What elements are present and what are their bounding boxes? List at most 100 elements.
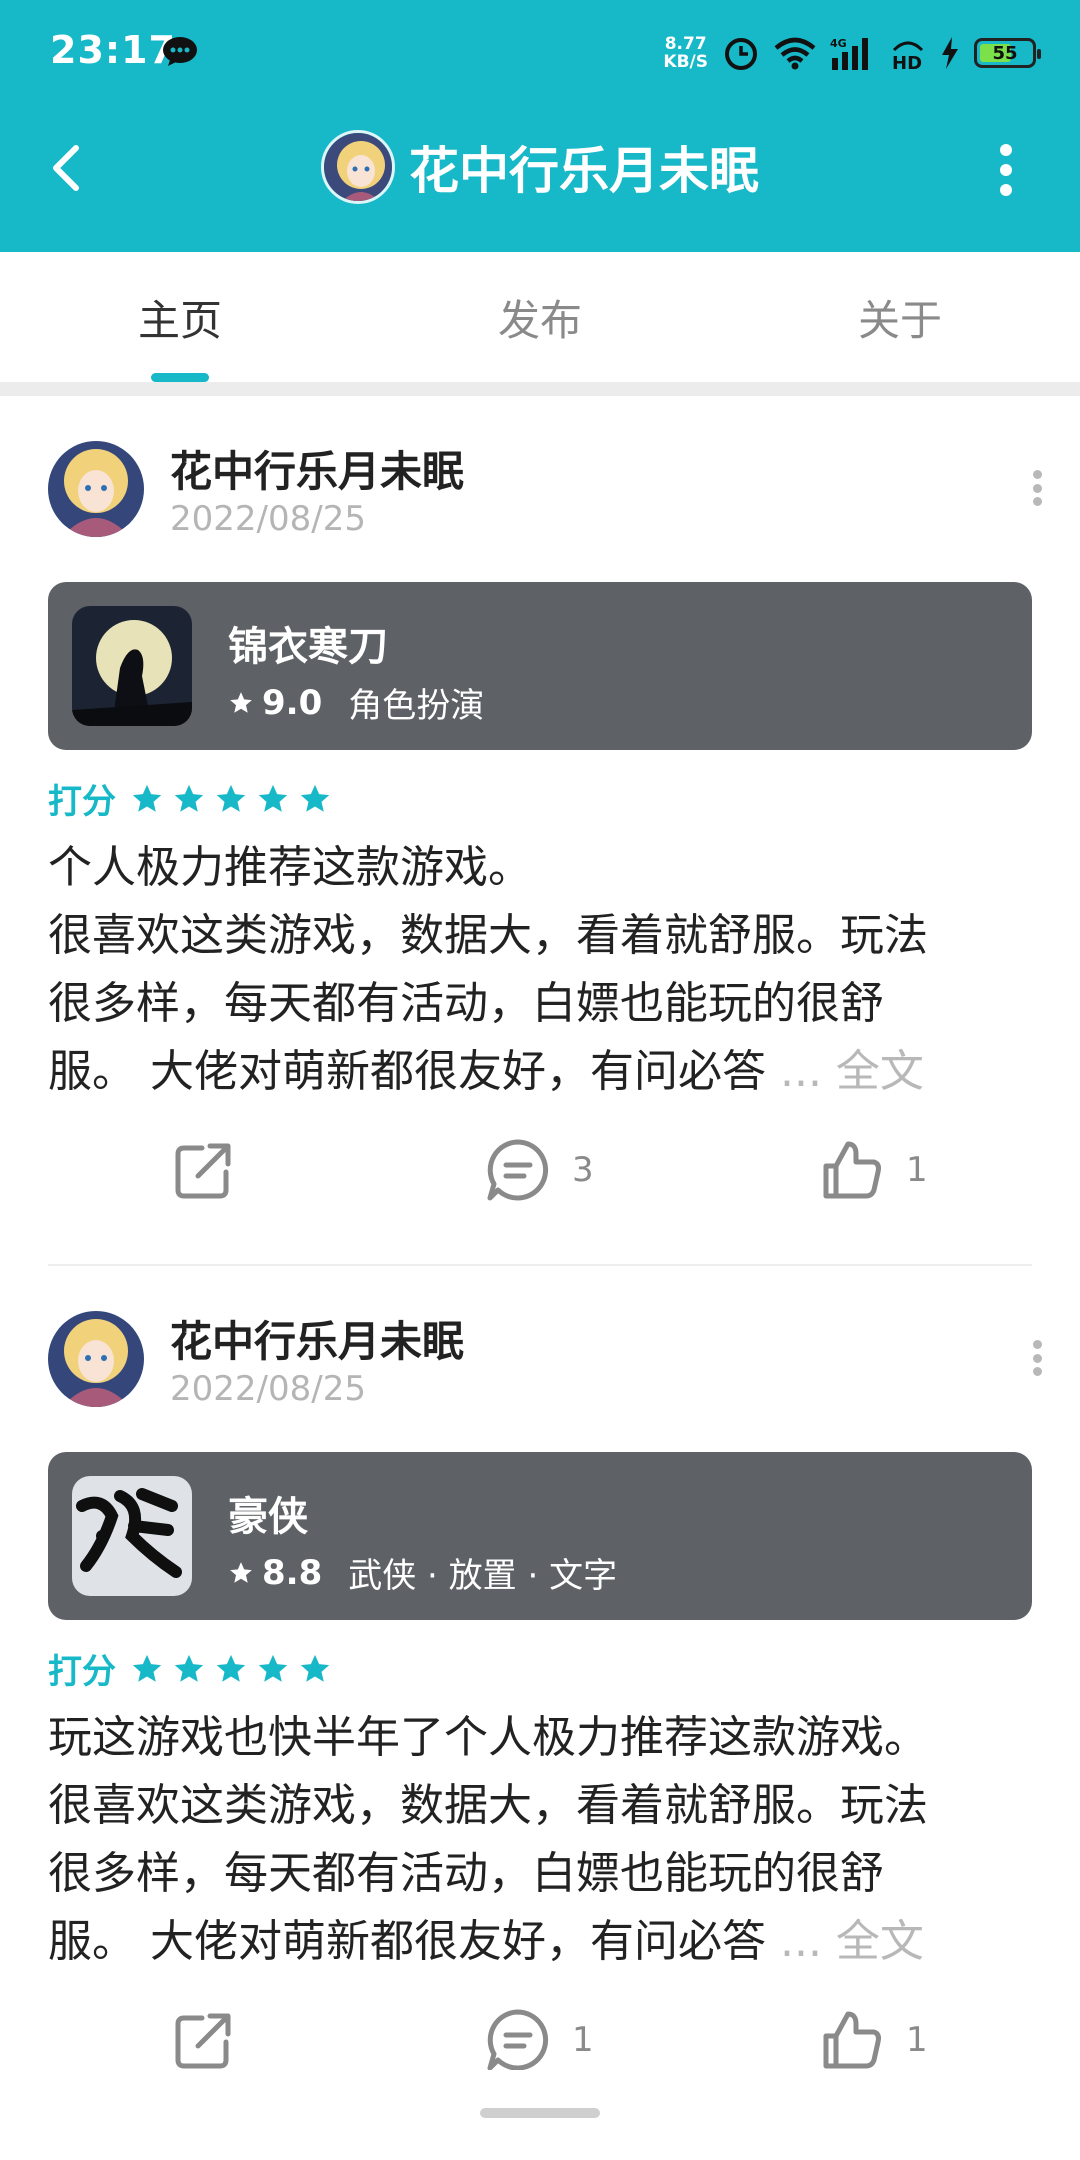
game-name: 豪侠 xyxy=(228,1494,308,1540)
post-actions: 1 1 xyxy=(0,2008,1080,2070)
review-text[interactable]: 玩这游戏也快半年了个人极力推荐这款游戏。 很喜欢这类游戏，数据大，看着就舒服。玩… xyxy=(48,1704,1038,1976)
star-icon xyxy=(258,1654,288,1682)
review-line: 很多样，每天都有活动，白嫖也能玩的很舒 xyxy=(48,978,884,1029)
avatar-image xyxy=(48,441,144,537)
game-card[interactable]: 锦衣寒刀 9.0 角色扮演 xyxy=(48,582,1032,750)
user-avatar[interactable] xyxy=(48,1311,144,1407)
tab-label: 关于 xyxy=(857,295,942,345)
star-icon xyxy=(132,1654,162,1682)
game-tags: 武侠 · 放置 · 文字 xyxy=(348,1556,618,1596)
game-tags: 角色扮演 xyxy=(348,686,485,726)
svg-text:HD: HD xyxy=(892,53,922,70)
share-icon xyxy=(175,2013,231,2069)
thumbs-up-icon xyxy=(823,2011,881,2069)
comment-count: 1 xyxy=(572,2020,594,2060)
review-line: 很喜欢这类游戏，数据大，看着就舒服。玩法 xyxy=(48,910,928,961)
net-speed: 8.77 KB/S xyxy=(663,35,708,71)
wifi-icon xyxy=(774,37,816,70)
home-gesture-indicator[interactable] xyxy=(480,2108,600,2118)
review-post: 花中行乐月未眠 2022/08/25 豪侠 8.8 武侠 · 放置 · 文字 打… xyxy=(0,1266,1080,2126)
comment-icon xyxy=(487,1139,549,1201)
star-icon xyxy=(300,784,330,812)
alarm-icon xyxy=(725,38,757,70)
status-icons: 8.77 KB/S 4G HD 55 xyxy=(663,30,1041,76)
game-card[interactable]: 豪侠 8.8 武侠 · 放置 · 文字 xyxy=(48,1452,1032,1620)
like-button[interactable]: 1 xyxy=(820,2008,928,2070)
comment-button[interactable]: 3 xyxy=(486,1138,594,1202)
status-time: 23:17 xyxy=(50,28,176,72)
comment-count: 3 xyxy=(572,1150,594,1190)
charging-icon xyxy=(942,37,958,69)
share-button[interactable] xyxy=(172,2008,236,2070)
rating-label: 打分 xyxy=(48,1652,116,1692)
review-text[interactable]: 个人极力推荐这款游戏。 很喜欢这类游戏，数据大，看着就舒服。玩法 很多样，每天都… xyxy=(48,834,1038,1106)
expand-full-text-link[interactable]: ... 全文 xyxy=(780,1046,924,1097)
review-line: 个人极力推荐这款游戏。 xyxy=(48,842,532,893)
tab-home[interactable]: 主页 xyxy=(0,252,360,382)
tab-label: 主页 xyxy=(137,295,222,345)
tab-bar: 主页 发布 关于 xyxy=(0,252,1080,382)
review-line: 服。 大佬对萌新都很友好，有问必答 xyxy=(48,1916,780,1967)
star-icon xyxy=(174,1654,204,1682)
post-username[interactable]: 花中行乐月未眠 xyxy=(170,438,464,499)
star-icon xyxy=(132,784,162,812)
tab-active-indicator xyxy=(151,373,209,382)
hd-voice-icon: HD xyxy=(892,41,924,70)
game-artwork-image xyxy=(72,606,192,726)
chat-notification-icon xyxy=(163,37,197,66)
game-score: 8.8 xyxy=(262,1552,323,1593)
comment-icon xyxy=(487,2009,549,2070)
cellular-signal-icon: 4G xyxy=(830,37,868,70)
page-title: 花中行乐月未眠 xyxy=(409,142,759,200)
star-icon xyxy=(258,784,288,812)
comment-button[interactable]: 1 xyxy=(486,2008,594,2070)
game-icon xyxy=(72,1476,192,1596)
post-date: 2022/08/25 xyxy=(170,1369,366,1409)
review-post: 花中行乐月未眠 2022/08/25 锦衣寒刀 9.0 角色扮演 打分 个人极力… xyxy=(0,396,1080,1266)
like-count: 1 xyxy=(906,2020,928,2060)
net-speed-unit: KB/S xyxy=(663,52,708,72)
post-more-icon[interactable] xyxy=(1032,1340,1042,1376)
like-count: 1 xyxy=(906,1150,928,1190)
review-line: 很多样，每天都有活动，白嫖也能玩的很舒 xyxy=(48,1848,884,1899)
nav-title-group: 花中行乐月未眠 xyxy=(0,130,1080,204)
star-icon xyxy=(216,784,246,812)
star-icon xyxy=(230,691,252,713)
header-avatar[interactable] xyxy=(321,130,395,204)
battery-icon: 55 xyxy=(974,38,1041,68)
net-speed-value: 8.77 xyxy=(664,34,707,54)
post-actions: 3 1 xyxy=(0,1138,1080,1228)
star-icon xyxy=(300,1654,330,1682)
expand-full-text-link[interactable]: ... 全文 xyxy=(780,1916,924,1967)
tab-about[interactable]: 关于 xyxy=(720,252,1080,382)
status-bar: 23:17 8.77 KB/S 4G HD 55 xyxy=(0,0,1080,108)
post-username[interactable]: 花中行乐月未眠 xyxy=(170,1308,464,1369)
more-options-icon[interactable] xyxy=(998,144,1014,196)
battery-level: 55 xyxy=(992,42,1018,64)
avatar-image xyxy=(324,133,392,201)
tab-publish[interactable]: 发布 xyxy=(360,252,720,382)
review-line: 玩这游戏也快半年了个人极力推荐这款游戏。 xyxy=(48,1712,928,1763)
section-divider xyxy=(0,382,1080,396)
game-name: 锦衣寒刀 xyxy=(228,624,388,670)
rating-row: 打分 xyxy=(48,1644,340,1693)
user-avatar[interactable] xyxy=(48,441,144,537)
app-header: 23:17 8.77 KB/S 4G HD 55 花中行乐月未眠 xyxy=(0,0,1080,252)
star-icon xyxy=(230,1561,252,1583)
share-button[interactable] xyxy=(172,1138,236,1202)
star-icon xyxy=(174,784,204,812)
like-button[interactable]: 1 xyxy=(820,1138,928,1202)
thumbs-up-icon xyxy=(823,1141,881,1199)
review-line: 服。 大佬对萌新都很友好，有问必答 xyxy=(48,1046,780,1097)
post-date: 2022/08/25 xyxy=(170,499,366,539)
star-icon xyxy=(216,1654,246,1682)
tab-label: 发布 xyxy=(497,295,582,345)
avatar-image xyxy=(48,1311,144,1407)
rating-label: 打分 xyxy=(48,782,116,822)
post-more-icon[interactable] xyxy=(1032,470,1042,506)
game-score: 9.0 xyxy=(262,682,323,723)
game-artwork-image xyxy=(72,1476,192,1596)
svg-text:4G: 4G xyxy=(830,37,847,50)
share-icon xyxy=(175,1143,231,1199)
review-line: 很喜欢这类游戏，数据大，看着就舒服。玩法 xyxy=(48,1780,928,1831)
